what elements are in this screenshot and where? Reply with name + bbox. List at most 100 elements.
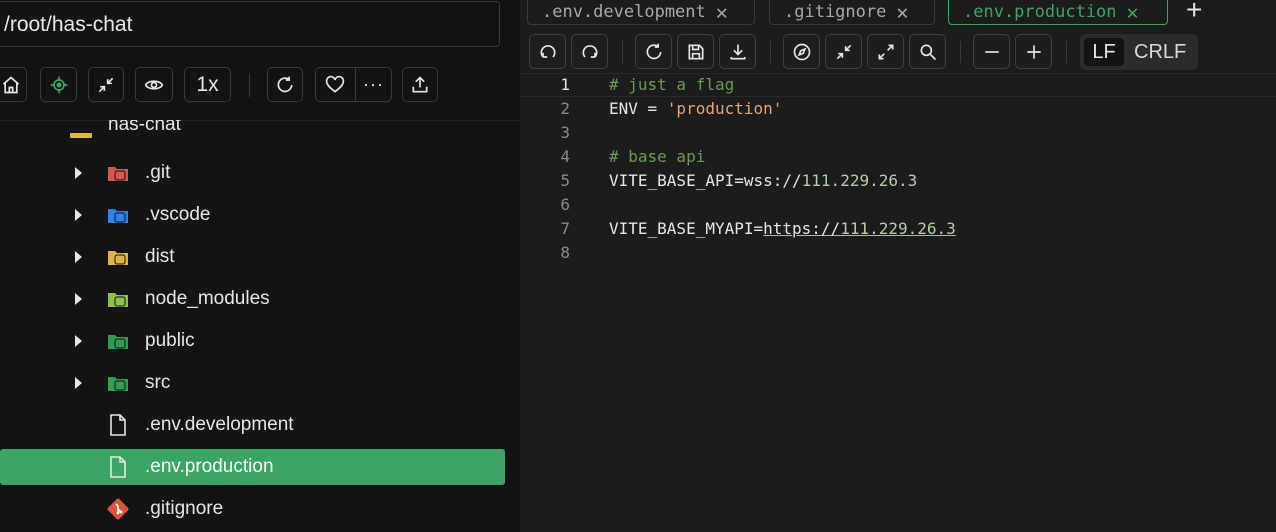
dist-folder-icon <box>106 245 130 269</box>
eol-crlf-option[interactable]: CRLF <box>1134 38 1186 66</box>
undo-button[interactable] <box>529 34 566 69</box>
code-line[interactable]: 6 <box>520 193 1276 217</box>
tree-folder-row[interactable]: dist <box>0 239 505 275</box>
tab-env-production[interactable]: .env.production ✕ <box>948 0 1168 25</box>
refresh-button[interactable] <box>267 67 303 102</box>
code-text: # base api <box>609 147 706 166</box>
code-text: # just a flag <box>609 75 735 94</box>
tree-file-row[interactable]: .env.development <box>0 407 505 443</box>
tree-folder-row[interactable]: public <box>0 323 505 359</box>
tab-env-development[interactable]: .env.development ✕ <box>527 0 755 25</box>
tree-folder-row[interactable]: .git <box>0 155 505 191</box>
code-line[interactable]: 5 VITE_BASE_API=wss://111.229.26.3 <box>520 169 1276 193</box>
file-icon <box>106 413 130 437</box>
collapse-icon <box>836 44 851 59</box>
tree-file-row[interactable]: .env.production <box>0 449 505 485</box>
tree-item-label: public <box>145 330 195 351</box>
code-line[interactable]: 1 # just a flag <box>520 73 1276 97</box>
undo-icon <box>540 44 555 58</box>
editor-panel: .env.development ✕ .gitignore ✕ .env.pro… <box>520 0 1276 532</box>
toolbar-divider <box>770 41 771 63</box>
toolbar-divider <box>622 41 623 63</box>
caret-right-icon[interactable] <box>75 167 82 179</box>
more-button[interactable]: ··· <box>356 74 391 95</box>
navigate-button[interactable] <box>783 34 820 69</box>
code-line[interactable]: 7 VITE_BASE_MYAPI=https://111.229.26.3 <box>520 217 1276 241</box>
redo-button[interactable] <box>571 34 608 69</box>
search-button[interactable] <box>909 34 946 69</box>
toolbar-divider <box>1066 41 1067 63</box>
home-button[interactable] <box>0 67 27 102</box>
code-line[interactable]: 3 <box>520 121 1276 145</box>
save-icon <box>688 44 703 59</box>
code-text: VITE_BASE_API=wss://111.229.26.3 <box>609 171 918 190</box>
tree-file-row[interactable]: .gitignore <box>0 491 505 527</box>
home-icon <box>2 75 19 93</box>
caret-right-icon[interactable] <box>75 251 82 263</box>
close-icon[interactable]: ✕ <box>1127 2 1139 22</box>
close-icon[interactable]: ✕ <box>896 2 908 22</box>
upload-icon <box>412 75 428 92</box>
caret-right-icon[interactable] <box>75 209 82 221</box>
tree-item-label: .git <box>145 162 171 183</box>
favorite-button[interactable] <box>316 75 355 95</box>
zoom-out-button[interactable] <box>973 34 1010 69</box>
tree-item-label: node_modules <box>145 288 270 309</box>
caret-right-icon[interactable] <box>75 377 82 389</box>
vscode-folder-icon <box>106 203 130 227</box>
code-line[interactable]: 2 ENV = 'production' <box>520 97 1276 121</box>
line-number: 1 <box>560 75 570 94</box>
line-number: 8 <box>560 243 570 262</box>
caret-right-icon[interactable] <box>75 335 82 347</box>
reload-button[interactable] <box>635 34 672 69</box>
toolbar-divider <box>960 41 961 63</box>
line-number: 5 <box>560 171 570 190</box>
code-line[interactable]: 4 # base api <box>520 145 1276 169</box>
download-icon <box>730 44 745 59</box>
expand-button[interactable] <box>867 34 904 69</box>
download-button[interactable] <box>719 34 756 69</box>
tree-item-label: .env.development <box>145 414 294 435</box>
toolbar-divider <box>249 73 250 97</box>
tree-folder-row[interactable]: .vscode <box>0 197 505 233</box>
shrink-button[interactable] <box>825 34 862 69</box>
tab-gitignore[interactable]: .gitignore ✕ <box>769 0 935 25</box>
collapse-button[interactable] <box>88 67 124 102</box>
crosshair-icon <box>50 76 67 93</box>
code-editor[interactable]: 1 # just a flag 2 ENV = 'production' 3 4 # bas… <box>520 73 1276 532</box>
node-folder-icon <box>106 287 130 311</box>
collapse-icon <box>98 77 114 92</box>
preview-button[interactable] <box>135 67 173 102</box>
tab-label: .env.production <box>963 2 1117 22</box>
plus-icon: + <box>1186 0 1203 25</box>
git-folder-icon <box>106 161 130 185</box>
eol-lf-option[interactable]: LF <box>1084 38 1124 66</box>
path-input[interactable]: /root/has-chat <box>0 1 500 47</box>
tree-folder-row[interactable]: node_modules <box>0 281 505 317</box>
code-text: VITE_BASE_MYAPI=https://111.229.26.3 <box>609 219 956 238</box>
code-text: ENV = 'production' <box>609 99 783 118</box>
caret-right-icon[interactable] <box>75 293 82 305</box>
refresh-icon <box>277 76 293 92</box>
speed-button[interactable]: 1x <box>184 67 231 102</box>
eye-icon <box>144 79 164 90</box>
tree-item-label: .env.production <box>145 456 274 477</box>
tree-folder-row[interactable]: src <box>0 365 505 401</box>
locate-button[interactable] <box>40 67 77 102</box>
public-folder-icon <box>106 329 130 353</box>
more-icon: ··· <box>362 74 384 94</box>
line-number: 2 <box>560 99 570 118</box>
favorites-group: ··· <box>315 67 392 102</box>
close-icon[interactable]: ✕ <box>716 2 728 22</box>
save-button[interactable] <box>677 34 714 69</box>
add-tab-button[interactable]: + <box>1186 0 1202 26</box>
tree-root-folder[interactable]: has-chat <box>70 120 190 140</box>
redo-icon <box>582 44 597 58</box>
line-number: 6 <box>560 195 570 214</box>
tab-label: .gitignore <box>784 2 887 22</box>
upload-button[interactable] <box>402 67 438 102</box>
zoom-in-button[interactable] <box>1015 34 1052 69</box>
code-line[interactable]: 8 <box>520 241 1276 265</box>
plus-icon <box>1026 44 1041 59</box>
heart-icon <box>326 75 345 93</box>
